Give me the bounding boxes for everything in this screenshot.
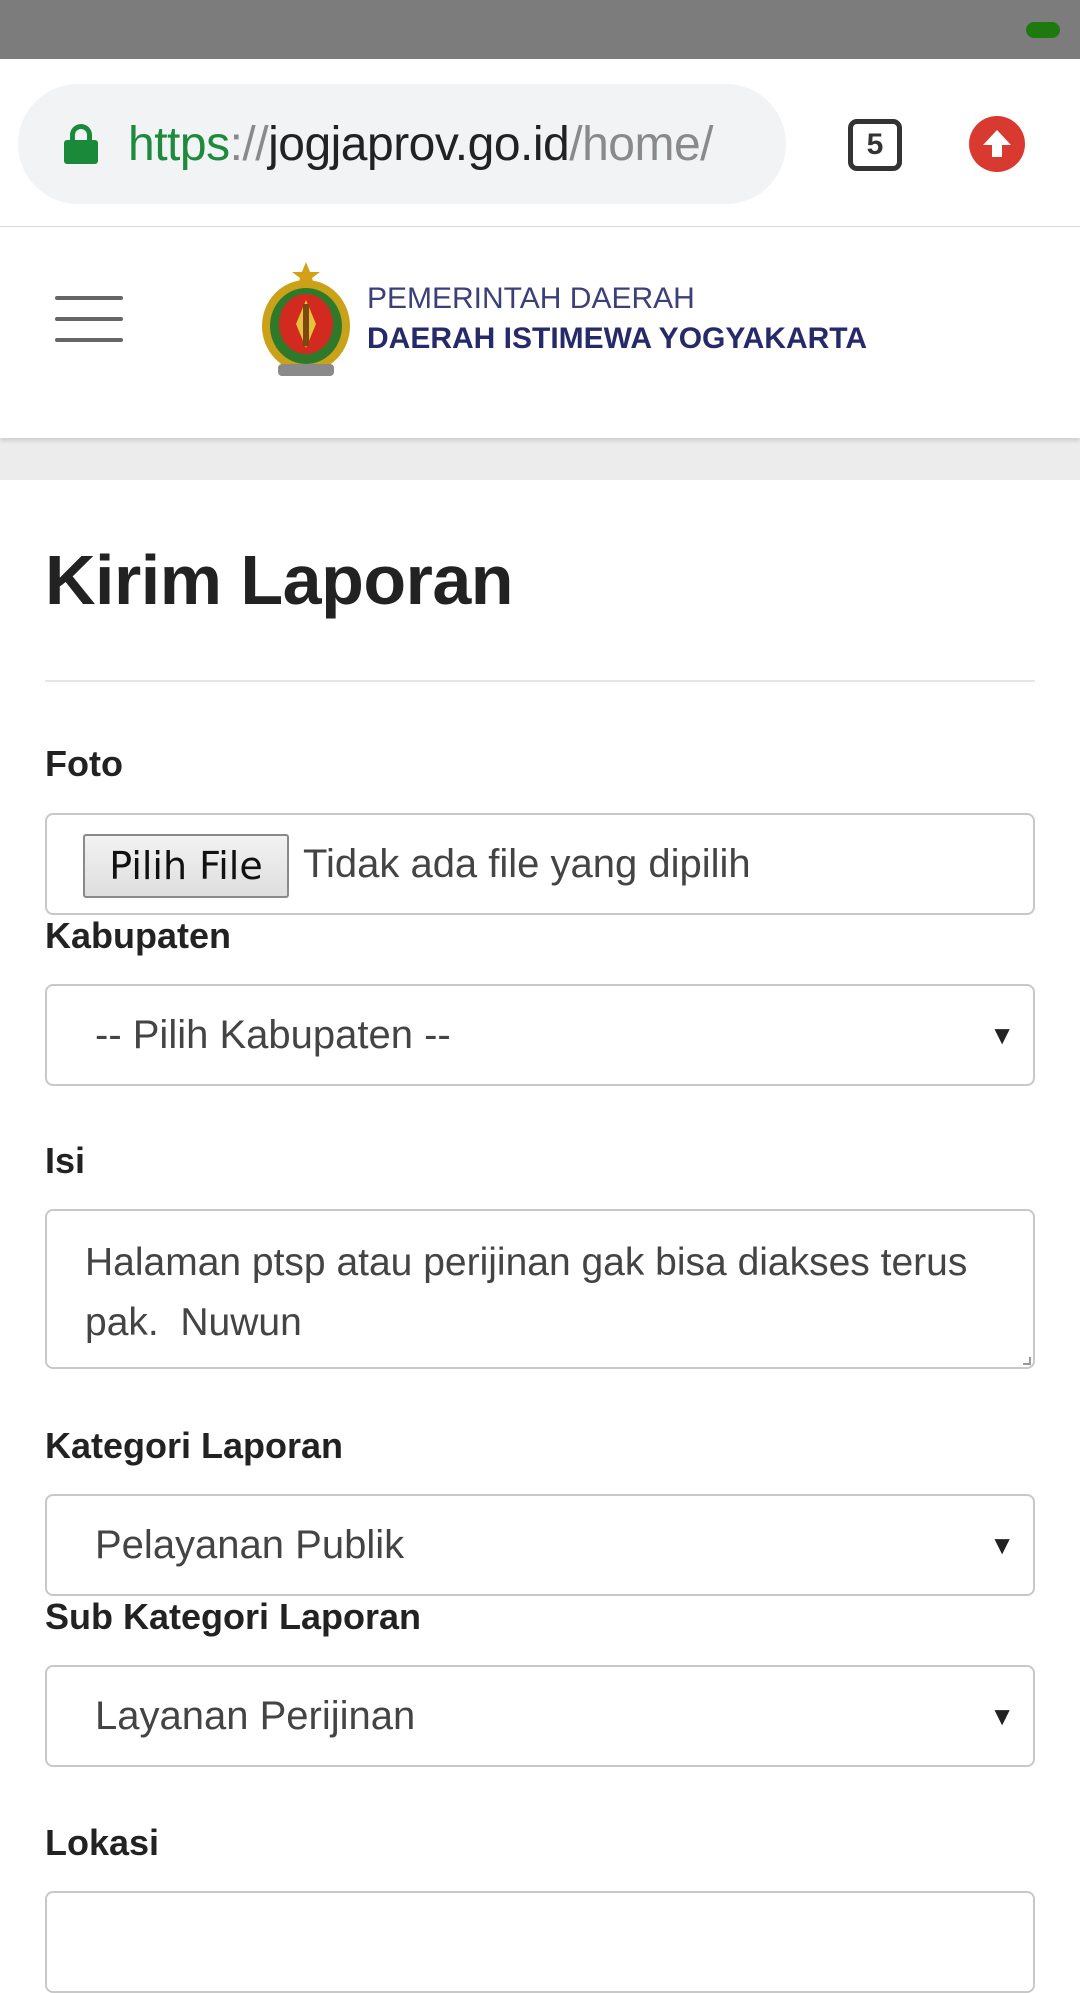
- arrow-up-icon: [983, 130, 1011, 157]
- divider: [45, 680, 1035, 682]
- site-header: PEMERINTAH DAERAH DAERAH ISTIMEWA YOGYAK…: [0, 228, 1080, 438]
- kabupaten-selected-value: -- Pilih Kabupaten --: [95, 1013, 451, 1057]
- kategori-label: Kategori Laporan: [45, 1425, 344, 1466]
- logo-emblem[interactable]: [258, 260, 354, 380]
- chevron-down-icon: ▼: [989, 1701, 1015, 1731]
- breadcrumb-strip: [0, 438, 1080, 480]
- status-bar: [0, 0, 1080, 59]
- url-separator: ://: [229, 117, 269, 171]
- lock-icon[interactable]: [64, 124, 98, 164]
- chevron-down-icon: ▼: [989, 1530, 1015, 1560]
- url-scheme: https: [128, 117, 230, 171]
- lokasi-label: Lokasi: [45, 1822, 160, 1863]
- file-status-text: Tidak ada file yang dipilih: [303, 842, 751, 886]
- address-bar[interactable]: https://jogjaprov.go.id/home/: [18, 84, 786, 204]
- chevron-down-icon: ▼: [989, 1020, 1015, 1050]
- file-input[interactable]: Pilih File Tidak ada file yang dipilih: [45, 813, 1035, 915]
- lokasi-input[interactable]: [45, 1891, 1035, 1993]
- kabupaten-label: Kabupaten: [45, 915, 232, 956]
- brand-line-1: PEMERINTAH DAERAH: [367, 282, 695, 315]
- url-host: jogjaprov.go.id: [268, 117, 570, 171]
- subkategori-selected-value: Layanan Perijinan: [95, 1694, 416, 1738]
- url-path: /home/: [569, 117, 713, 171]
- tab-count: 5: [866, 128, 884, 161]
- isi-textarea[interactable]: Halaman ptsp atau perijinan gak bisa dia…: [45, 1209, 1035, 1369]
- site-brand[interactable]: PEMERINTAH DAERAH DAERAH ISTIMEWA YOGYAK…: [367, 282, 867, 356]
- browser-toolbar: https://jogjaprov.go.id/home/ 5: [0, 59, 1080, 227]
- subkategori-label: Sub Kategori Laporan: [45, 1596, 422, 1637]
- brand-line-2: DAERAH ISTIMEWA YOGYAKARTA: [367, 322, 868, 355]
- resize-handle-icon[interactable]: [1023, 1357, 1031, 1365]
- foto-label: Foto: [45, 743, 123, 784]
- subkategori-select[interactable]: Layanan Perijinan ▼: [45, 1665, 1035, 1767]
- isi-text: Halaman ptsp atau perijinan gak bisa dia…: [85, 1241, 979, 1344]
- update-icon[interactable]: [969, 116, 1025, 172]
- isi-label: Isi: [45, 1140, 86, 1181]
- url-text[interactable]: https://jogjaprov.go.id/home/: [128, 117, 713, 172]
- hamburger-icon[interactable]: [55, 296, 123, 342]
- choose-file-button[interactable]: Pilih File: [83, 834, 289, 898]
- kategori-selected-value: Pelayanan Publik: [95, 1523, 405, 1567]
- tabs-icon[interactable]: 5: [848, 119, 902, 171]
- kabupaten-select[interactable]: -- Pilih Kabupaten -- ▼: [45, 984, 1035, 1086]
- battery-icon: [1026, 22, 1060, 38]
- kategori-select[interactable]: Pelayanan Publik ▼: [45, 1494, 1035, 1596]
- page-title: Kirim Laporan: [45, 541, 514, 619]
